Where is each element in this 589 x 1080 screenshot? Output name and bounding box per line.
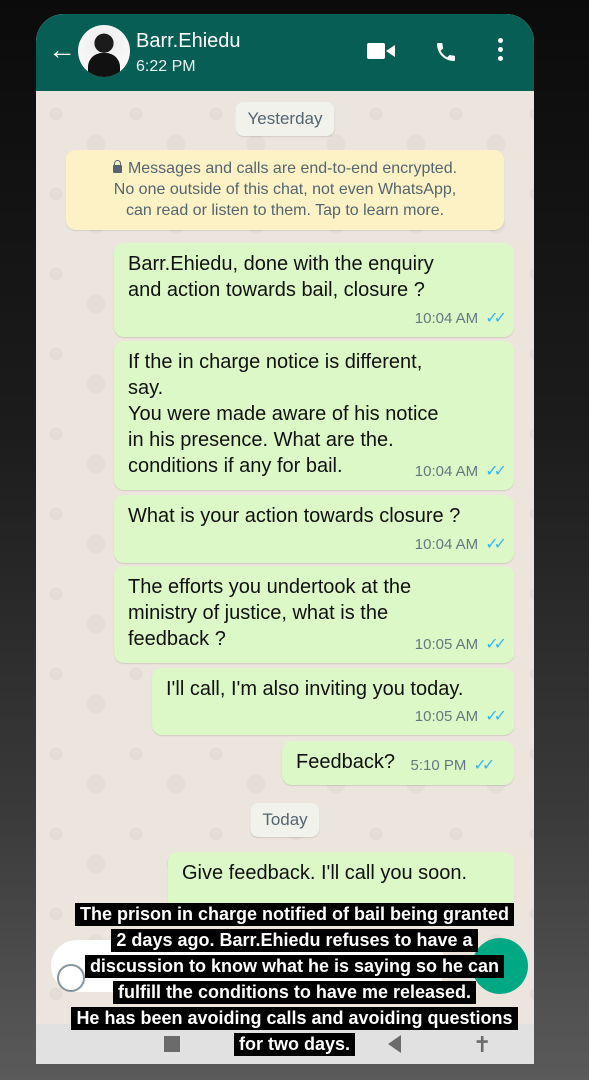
- arrow-left-icon[interactable]: ←: [48, 36, 76, 64]
- avatar[interactable]: [78, 25, 130, 77]
- message-bubble[interactable]: What is your action towards closure ? 10…: [114, 495, 514, 563]
- double-check-icon: ✓✓: [485, 536, 507, 553]
- overlay-caption: The prison in charge notified of bail be…: [0, 903, 589, 1059]
- message-bubble[interactable]: Barr.Ehiedu, done with the enquiry and a…: [114, 243, 514, 337]
- message-time: 10:04 AM: [414, 310, 479, 327]
- message-bubble[interactable]: I'll call, I'm also inviting you today. …: [152, 668, 514, 735]
- message-text: What is your action towards closure ?: [128, 505, 461, 527]
- caption-line: He has been avoiding calls and avoiding …: [71, 1007, 518, 1030]
- encryption-notice[interactable]: Messages and calls are end-to-end encryp…: [66, 150, 504, 230]
- caption-line: fulfill the conditions to have me releas…: [112, 981, 477, 1004]
- double-check-icon: ✓✓: [485, 310, 507, 327]
- double-check-icon: ✓✓: [485, 636, 507, 653]
- message-time: 10:05 AM: [414, 708, 479, 725]
- lock-icon: [112, 160, 122, 173]
- contact-name[interactable]: Barr.Ehiedu: [136, 30, 241, 53]
- message-time: 10:04 AM: [414, 463, 479, 480]
- last-seen-status: 6:22 PM: [136, 58, 196, 75]
- caption-line: The prison in charge notified of bail be…: [74, 903, 515, 926]
- message-text: I'll call, I'm also inviting you today.: [166, 678, 464, 700]
- chat-header: ← Barr.Ehiedu 6:22 PM: [36, 14, 534, 91]
- message-time: 10:04 AM: [414, 536, 479, 553]
- message-bubble[interactable]: If the in charge notice is different, sa…: [114, 341, 514, 490]
- message-bubble[interactable]: Feedback? 5:10 PM ✓✓: [282, 741, 514, 785]
- more-vertical-icon[interactable]: [498, 38, 504, 65]
- caption-line: for two days.: [233, 1033, 355, 1056]
- double-check-icon: ✓✓: [485, 463, 507, 480]
- message-time: 5:10 PM: [410, 757, 467, 774]
- caption-line: 2 days ago. Barr.Ehiedu refuses to have …: [111, 929, 478, 952]
- message-time: 10:05 AM: [414, 636, 479, 653]
- date-chip-today: Today: [250, 803, 320, 837]
- message-text: Give feedback. I'll call you soon.: [182, 862, 468, 884]
- video-camera-icon[interactable]: [367, 42, 395, 60]
- message-text: Feedback?: [296, 751, 395, 773]
- message-bubble[interactable]: The efforts you undertook at the ministr…: [114, 566, 514, 663]
- double-check-icon: ✓✓: [485, 708, 507, 725]
- date-chip-yesterday: Yesterday: [235, 102, 335, 136]
- message-text: Barr.Ehiedu, done with the enquiry and a…: [128, 253, 434, 301]
- caption-line: discussion to know what he is saying so …: [84, 955, 505, 978]
- double-check-icon: ✓✓: [473, 757, 495, 774]
- phone-icon[interactable]: [434, 40, 458, 64]
